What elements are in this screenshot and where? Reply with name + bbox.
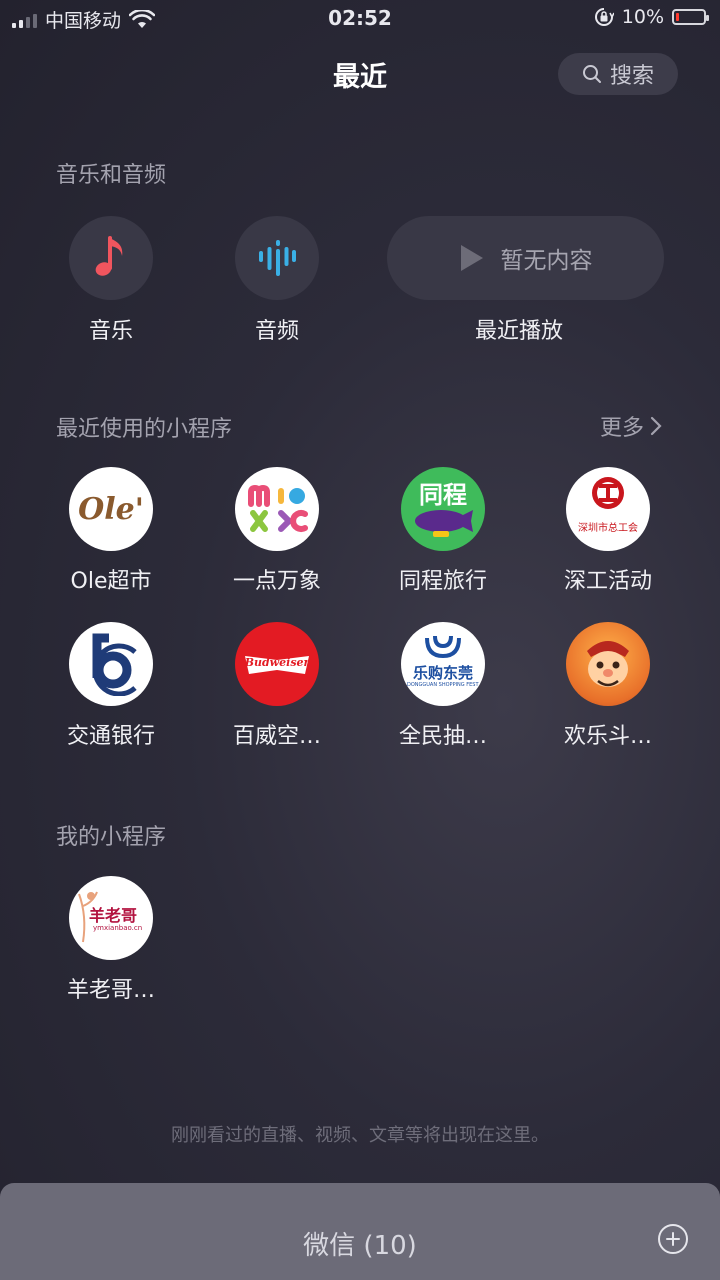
audio-wave-icon — [259, 240, 296, 276]
mini-program-bocom[interactable]: 交通银行 — [28, 622, 194, 750]
more-label: 更多 — [599, 416, 644, 441]
legou-logo-subtext: DONGGUAN SHOPPING FESTIVAL — [407, 682, 479, 688]
mini-program-label: 羊老哥… — [66, 978, 155, 1003]
recent-play-button[interactable]: 暂无内容 — [387, 216, 664, 300]
music-label: 音乐 — [88, 319, 133, 344]
add-button[interactable] — [658, 1224, 688, 1254]
plus-icon — [666, 1232, 680, 1246]
bottom-bar[interactable]: 微信 (10) — [0, 1183, 720, 1280]
ole-logo-text: Ole' — [78, 491, 144, 527]
recent-programs-title: 最近使用的小程序 — [56, 417, 233, 442]
battery-icon — [672, 9, 709, 25]
mini-program-label: 深工活动 — [563, 569, 652, 594]
yanglaoge-logo-text: 羊老哥 — [89, 906, 138, 925]
mini-program-legou[interactable]: 乐购东莞 DONGGUAN SHOPPING FESTIVAL 全民抽… — [360, 622, 526, 750]
yanglaoge-logo: 羊老哥 ymxianbao.cn — [69, 876, 153, 960]
legou-logo-text: 乐购东莞 — [412, 664, 473, 682]
mini-program-shengong[interactable]: 深圳市总工会 深工活动 — [525, 467, 691, 595]
music-note-icon — [95, 236, 123, 276]
search-label: 搜索 — [609, 64, 654, 89]
yanglaoge-logo-subtext: ymxianbao.cn — [93, 924, 143, 932]
mini-program-label: 同程旅行 — [398, 569, 487, 594]
mini-program-label: 欢乐斗… — [563, 724, 652, 749]
mini-program-budweiser[interactable]: Budweiser 百威空… — [194, 622, 360, 750]
mini-program-label: 一点万象 — [232, 569, 321, 594]
battery-percent: 10% — [621, 6, 664, 28]
shengong-logo: 深圳市总工会 — [566, 467, 650, 551]
orientation-lock-icon — [594, 8, 614, 26]
budweiser-logo-text: Budweiser — [244, 656, 310, 669]
tongcheng-logo-text: 同程 — [419, 481, 467, 509]
mini-program-label: 交通银行 — [66, 724, 155, 749]
status-bar: 中国移动 02:52 10% — [0, 0, 720, 38]
battery-level — [676, 13, 679, 21]
recent-play-label: 最近播放 — [474, 319, 563, 344]
mini-program-label: Ole超市 — [70, 569, 152, 594]
my-programs-title: 我的小程序 — [56, 825, 167, 850]
mini-program-mixc[interactable]: 一点万象 — [194, 467, 360, 595]
music-button[interactable] — [69, 216, 153, 300]
shengong-logo-text: 深圳市总工会 — [578, 523, 638, 534]
bag-icon — [425, 635, 461, 659]
recent-empty-label: 暂无内容 — [500, 248, 593, 274]
tongcheng-logo: 同程 — [401, 467, 485, 551]
airship-icon — [415, 510, 473, 537]
more-link[interactable]: 更多 — [600, 410, 662, 442]
empty-hint: 刚刚看过的直播、视频、文章等将出现在这里。 — [171, 1125, 549, 1146]
bocom-mark — [92, 633, 137, 696]
mini-program-tongcheng[interactable]: 同程 同程旅行 — [360, 467, 526, 595]
status-right: 10% — [594, 6, 709, 28]
audio-label: 音频 — [254, 319, 299, 344]
chevron-right-icon — [650, 416, 662, 436]
bocom-logo — [69, 622, 153, 706]
mixc-logo — [235, 467, 319, 551]
huanle-logo — [566, 622, 650, 706]
mixc-mark — [248, 484, 308, 532]
farmer-character-icon — [587, 641, 629, 687]
search-button[interactable]: 搜索 — [558, 53, 678, 95]
audio-button[interactable] — [235, 216, 319, 300]
budweiser-logo: Budweiser — [235, 622, 319, 706]
music-section-title: 音乐和音频 — [56, 163, 167, 188]
legou-logo: 乐购东莞 DONGGUAN SHOPPING FESTIVAL — [401, 622, 485, 706]
mini-program-label: 百威空… — [232, 724, 321, 749]
mini-program-yanglaoge[interactable]: 羊老哥 ymxianbao.cn 羊老哥… — [28, 876, 194, 1004]
mini-program-huanle[interactable]: 欢乐斗… — [525, 622, 691, 750]
search-icon — [582, 65, 601, 83]
wechat-title: 微信 (10) — [303, 1231, 417, 1261]
play-icon — [460, 245, 483, 271]
mini-program-label: 全民抽… — [398, 724, 487, 749]
ole-logo: Ole' — [69, 467, 153, 551]
mini-program-ole[interactable]: Ole' Ole超市 — [28, 467, 194, 595]
union-emblem-icon — [592, 477, 624, 509]
